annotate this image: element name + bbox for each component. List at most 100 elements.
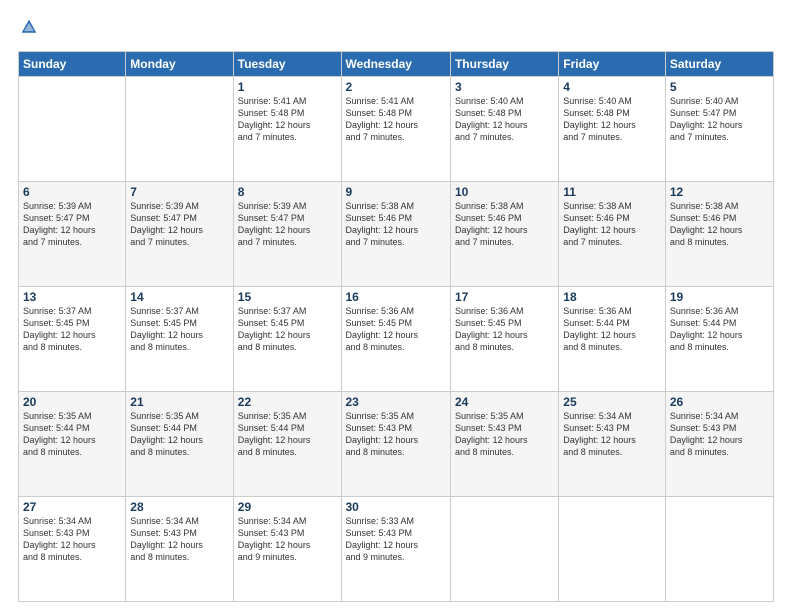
day-detail: Sunrise: 5:39 AM Sunset: 5:47 PM Dayligh…: [238, 200, 337, 249]
day-detail: Sunrise: 5:38 AM Sunset: 5:46 PM Dayligh…: [670, 200, 769, 249]
day-detail: Sunrise: 5:37 AM Sunset: 5:45 PM Dayligh…: [23, 305, 121, 354]
calendar-cell: [126, 77, 233, 182]
day-number: 3: [455, 80, 554, 94]
day-detail: Sunrise: 5:38 AM Sunset: 5:46 PM Dayligh…: [563, 200, 661, 249]
logo: [18, 18, 38, 41]
calendar-cell: 6Sunrise: 5:39 AM Sunset: 5:47 PM Daylig…: [19, 182, 126, 287]
day-number: 24: [455, 395, 554, 409]
day-number: 8: [238, 185, 337, 199]
calendar-cell: 3Sunrise: 5:40 AM Sunset: 5:48 PM Daylig…: [450, 77, 558, 182]
calendar-cell: 2Sunrise: 5:41 AM Sunset: 5:48 PM Daylig…: [341, 77, 450, 182]
calendar-cell: [665, 497, 773, 602]
day-detail: Sunrise: 5:40 AM Sunset: 5:48 PM Dayligh…: [563, 95, 661, 144]
calendar-cell: 17Sunrise: 5:36 AM Sunset: 5:45 PM Dayli…: [450, 287, 558, 392]
day-number: 9: [346, 185, 446, 199]
calendar-cell: 10Sunrise: 5:38 AM Sunset: 5:46 PM Dayli…: [450, 182, 558, 287]
day-number: 19: [670, 290, 769, 304]
calendar-cell: 8Sunrise: 5:39 AM Sunset: 5:47 PM Daylig…: [233, 182, 341, 287]
day-detail: Sunrise: 5:35 AM Sunset: 5:43 PM Dayligh…: [346, 410, 446, 459]
calendar-cell: 25Sunrise: 5:34 AM Sunset: 5:43 PM Dayli…: [559, 392, 666, 497]
calendar-cell: 18Sunrise: 5:36 AM Sunset: 5:44 PM Dayli…: [559, 287, 666, 392]
day-detail: Sunrise: 5:37 AM Sunset: 5:45 PM Dayligh…: [130, 305, 228, 354]
day-number: 16: [346, 290, 446, 304]
calendar-cell: 28Sunrise: 5:34 AM Sunset: 5:43 PM Dayli…: [126, 497, 233, 602]
day-detail: Sunrise: 5:36 AM Sunset: 5:45 PM Dayligh…: [455, 305, 554, 354]
day-detail: Sunrise: 5:35 AM Sunset: 5:43 PM Dayligh…: [455, 410, 554, 459]
calendar-cell: [19, 77, 126, 182]
day-detail: Sunrise: 5:39 AM Sunset: 5:47 PM Dayligh…: [23, 200, 121, 249]
weekday-header-monday: Monday: [126, 52, 233, 77]
calendar-cell: 20Sunrise: 5:35 AM Sunset: 5:44 PM Dayli…: [19, 392, 126, 497]
day-number: 28: [130, 500, 228, 514]
calendar-cell: 11Sunrise: 5:38 AM Sunset: 5:46 PM Dayli…: [559, 182, 666, 287]
logo-icon: [20, 18, 38, 36]
calendar-cell: 7Sunrise: 5:39 AM Sunset: 5:47 PM Daylig…: [126, 182, 233, 287]
day-detail: Sunrise: 5:34 AM Sunset: 5:43 PM Dayligh…: [670, 410, 769, 459]
day-number: 22: [238, 395, 337, 409]
day-detail: Sunrise: 5:41 AM Sunset: 5:48 PM Dayligh…: [238, 95, 337, 144]
calendar-table: SundayMondayTuesdayWednesdayThursdayFrid…: [18, 51, 774, 602]
day-number: 23: [346, 395, 446, 409]
day-detail: Sunrise: 5:36 AM Sunset: 5:45 PM Dayligh…: [346, 305, 446, 354]
day-number: 14: [130, 290, 228, 304]
calendar-cell: 14Sunrise: 5:37 AM Sunset: 5:45 PM Dayli…: [126, 287, 233, 392]
calendar-cell: 9Sunrise: 5:38 AM Sunset: 5:46 PM Daylig…: [341, 182, 450, 287]
day-number: 11: [563, 185, 661, 199]
day-number: 6: [23, 185, 121, 199]
weekday-header-wednesday: Wednesday: [341, 52, 450, 77]
day-number: 21: [130, 395, 228, 409]
day-number: 29: [238, 500, 337, 514]
day-detail: Sunrise: 5:35 AM Sunset: 5:44 PM Dayligh…: [130, 410, 228, 459]
day-detail: Sunrise: 5:36 AM Sunset: 5:44 PM Dayligh…: [670, 305, 769, 354]
day-number: 15: [238, 290, 337, 304]
day-number: 2: [346, 80, 446, 94]
day-detail: Sunrise: 5:33 AM Sunset: 5:43 PM Dayligh…: [346, 515, 446, 564]
calendar-cell: 27Sunrise: 5:34 AM Sunset: 5:43 PM Dayli…: [19, 497, 126, 602]
weekday-header-sunday: Sunday: [19, 52, 126, 77]
page: SundayMondayTuesdayWednesdayThursdayFrid…: [0, 0, 792, 612]
day-number: 18: [563, 290, 661, 304]
day-number: 10: [455, 185, 554, 199]
calendar-cell: 5Sunrise: 5:40 AM Sunset: 5:47 PM Daylig…: [665, 77, 773, 182]
calendar-cell: [450, 497, 558, 602]
calendar-cell: 21Sunrise: 5:35 AM Sunset: 5:44 PM Dayli…: [126, 392, 233, 497]
day-detail: Sunrise: 5:41 AM Sunset: 5:48 PM Dayligh…: [346, 95, 446, 144]
calendar-cell: 15Sunrise: 5:37 AM Sunset: 5:45 PM Dayli…: [233, 287, 341, 392]
calendar-cell: 4Sunrise: 5:40 AM Sunset: 5:48 PM Daylig…: [559, 77, 666, 182]
day-detail: Sunrise: 5:37 AM Sunset: 5:45 PM Dayligh…: [238, 305, 337, 354]
day-number: 25: [563, 395, 661, 409]
calendar-cell: 1Sunrise: 5:41 AM Sunset: 5:48 PM Daylig…: [233, 77, 341, 182]
day-detail: Sunrise: 5:38 AM Sunset: 5:46 PM Dayligh…: [455, 200, 554, 249]
day-number: 30: [346, 500, 446, 514]
day-detail: Sunrise: 5:34 AM Sunset: 5:43 PM Dayligh…: [130, 515, 228, 564]
calendar-cell: 12Sunrise: 5:38 AM Sunset: 5:46 PM Dayli…: [665, 182, 773, 287]
calendar-cell: 23Sunrise: 5:35 AM Sunset: 5:43 PM Dayli…: [341, 392, 450, 497]
day-detail: Sunrise: 5:34 AM Sunset: 5:43 PM Dayligh…: [563, 410, 661, 459]
day-number: 13: [23, 290, 121, 304]
weekday-header-saturday: Saturday: [665, 52, 773, 77]
day-detail: Sunrise: 5:40 AM Sunset: 5:48 PM Dayligh…: [455, 95, 554, 144]
day-detail: Sunrise: 5:36 AM Sunset: 5:44 PM Dayligh…: [563, 305, 661, 354]
calendar-cell: 19Sunrise: 5:36 AM Sunset: 5:44 PM Dayli…: [665, 287, 773, 392]
weekday-header-friday: Friday: [559, 52, 666, 77]
day-number: 17: [455, 290, 554, 304]
weekday-header-thursday: Thursday: [450, 52, 558, 77]
calendar-cell: 13Sunrise: 5:37 AM Sunset: 5:45 PM Dayli…: [19, 287, 126, 392]
day-detail: Sunrise: 5:34 AM Sunset: 5:43 PM Dayligh…: [238, 515, 337, 564]
header: [18, 18, 774, 41]
day-number: 26: [670, 395, 769, 409]
day-detail: Sunrise: 5:35 AM Sunset: 5:44 PM Dayligh…: [23, 410, 121, 459]
day-detail: Sunrise: 5:35 AM Sunset: 5:44 PM Dayligh…: [238, 410, 337, 459]
day-number: 27: [23, 500, 121, 514]
day-number: 7: [130, 185, 228, 199]
calendar-cell: 26Sunrise: 5:34 AM Sunset: 5:43 PM Dayli…: [665, 392, 773, 497]
calendar-cell: [559, 497, 666, 602]
day-detail: Sunrise: 5:34 AM Sunset: 5:43 PM Dayligh…: [23, 515, 121, 564]
calendar-cell: 30Sunrise: 5:33 AM Sunset: 5:43 PM Dayli…: [341, 497, 450, 602]
calendar-cell: 29Sunrise: 5:34 AM Sunset: 5:43 PM Dayli…: [233, 497, 341, 602]
calendar-cell: 24Sunrise: 5:35 AM Sunset: 5:43 PM Dayli…: [450, 392, 558, 497]
day-detail: Sunrise: 5:39 AM Sunset: 5:47 PM Dayligh…: [130, 200, 228, 249]
calendar-cell: 22Sunrise: 5:35 AM Sunset: 5:44 PM Dayli…: [233, 392, 341, 497]
day-detail: Sunrise: 5:40 AM Sunset: 5:47 PM Dayligh…: [670, 95, 769, 144]
day-number: 5: [670, 80, 769, 94]
